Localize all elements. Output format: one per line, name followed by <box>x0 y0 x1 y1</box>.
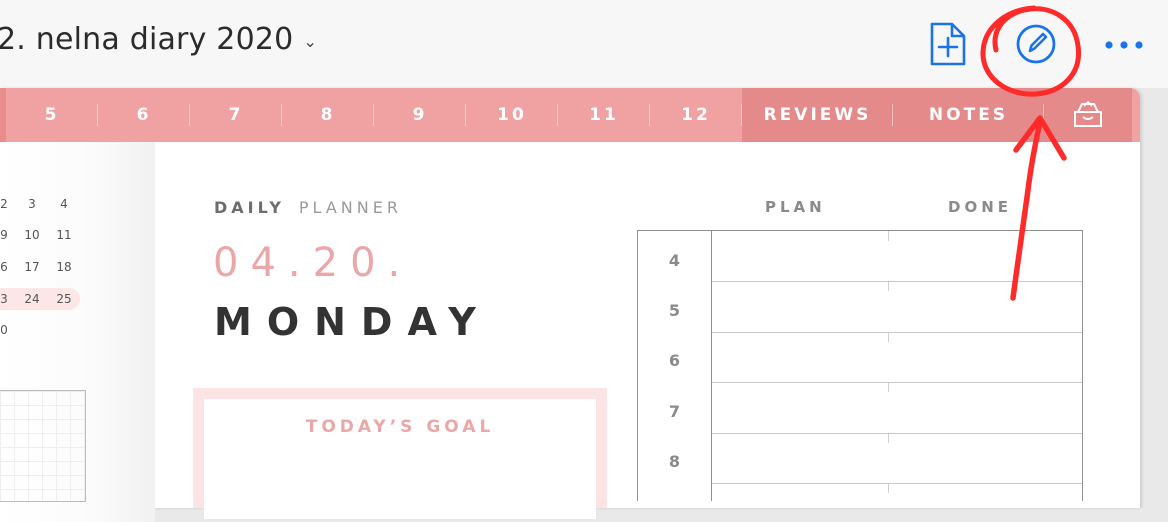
pencil-circle-icon[interactable] <box>1014 22 1058 71</box>
row-divider <box>712 433 1082 434</box>
hour-label: 6 <box>668 351 681 370</box>
mini-calendar-day[interactable]: 0 <box>0 323 17 337</box>
tab-reviews[interactable]: REVIEWS <box>742 88 893 142</box>
toolbar: 2. nelna diary 2020 ⌄ <box>0 0 1168 88</box>
tab-month-11[interactable]: 11 <box>558 88 650 142</box>
tab-month-8[interactable]: 8 <box>282 88 374 142</box>
todays-goal-area[interactable]: TODAY’S GOAL <box>204 399 596 519</box>
hour-label: 5 <box>668 301 681 320</box>
more-icon[interactable] <box>1104 38 1144 57</box>
add-page-icon[interactable] <box>928 20 968 73</box>
mini-calendar-day[interactable]: 11 <box>51 228 77 242</box>
todays-goal-title: TODAY’S GOAL <box>305 417 495 437</box>
hour-label: 4 <box>668 251 681 270</box>
mini-calendar-day[interactable]: 25 <box>51 292 77 306</box>
mini-calendar-day[interactable]: 4 <box>51 197 77 211</box>
month-tab-bar: 5 6 7 8 9 10 11 12 REVIEWS NOTES <box>0 88 1140 142</box>
mini-calendar-day[interactable]: 2 <box>0 197 17 211</box>
chevron-down-icon[interactable]: ⌄ <box>303 32 317 51</box>
mini-calendar-day[interactable]: 3 <box>19 197 45 211</box>
tab-notes[interactable]: NOTES <box>893 88 1044 142</box>
column-tick <box>888 281 889 291</box>
tab-month-7[interactable]: 7 <box>190 88 282 142</box>
hourly-schedule-table[interactable]: 4 5 6 7 8 <box>637 230 1083 501</box>
hour-column-divider <box>711 231 712 501</box>
grid-notes-area <box>0 390 86 502</box>
mini-calendar-day[interactable]: 24 <box>19 292 45 306</box>
hour-label: 8 <box>668 452 681 471</box>
planner-label-light: PLANNER <box>298 198 402 217</box>
mini-calendar-day[interactable]: 18 <box>51 260 77 274</box>
tab-inbox[interactable] <box>1044 88 1132 142</box>
column-tick <box>888 382 889 392</box>
tab-month-9[interactable]: 9 <box>374 88 466 142</box>
todays-goal-box: TODAY’S GOAL <box>193 388 607 519</box>
planner-label: DAILY PLANNER <box>214 198 402 217</box>
mini-calendar-day[interactable]: 6 <box>0 260 17 274</box>
column-tick <box>888 433 889 443</box>
inbox-icon <box>1074 100 1102 127</box>
planner-label-bold: DAILY <box>214 198 285 217</box>
tab-month-12[interactable]: 12 <box>650 88 742 142</box>
done-column-header: DONE <box>948 198 1013 216</box>
plan-column-header: PLAN <box>765 198 826 216</box>
mini-calendar-day[interactable]: 3 <box>0 292 17 306</box>
mini-calendar-day[interactable]: 9 <box>0 228 17 242</box>
document-title-label: 2. nelna diary 2020 <box>0 22 294 57</box>
tab-month-10[interactable]: 10 <box>466 88 558 142</box>
row-divider <box>712 332 1082 333</box>
column-tick <box>888 332 889 342</box>
column-tick <box>888 231 889 241</box>
row-divider <box>712 382 1082 383</box>
tab-month-6[interactable]: 6 <box>98 88 190 142</box>
planner-date: 04.20. <box>213 240 413 286</box>
tab-month-5[interactable]: 5 <box>6 88 98 142</box>
mini-calendar-day[interactable]: 17 <box>19 260 45 274</box>
document-title[interactable]: 2. nelna diary 2020 ⌄ <box>0 22 317 57</box>
mini-calendar-day[interactable]: 10 <box>19 228 45 242</box>
row-divider <box>712 281 1082 282</box>
hour-label: 7 <box>668 402 681 421</box>
planner-weekday: MONDAY <box>214 300 491 344</box>
row-divider <box>712 483 1082 484</box>
